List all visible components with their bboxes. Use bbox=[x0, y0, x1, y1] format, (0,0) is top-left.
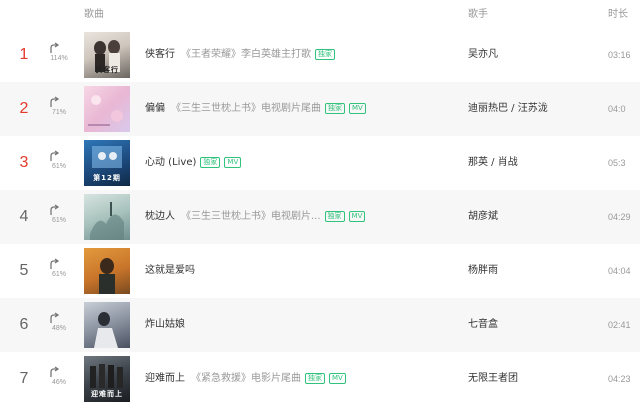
song-title[interactable]: 偏偏 bbox=[145, 103, 165, 114]
singer[interactable]: 杨胖雨 bbox=[468, 244, 498, 298]
exclusive-badge: 独家 bbox=[200, 157, 221, 168]
arrow-up-icon bbox=[50, 366, 60, 377]
cover-text: 第12期 bbox=[93, 174, 121, 182]
trend: 61% bbox=[48, 258, 70, 278]
header-song[interactable]: 歌曲 bbox=[84, 5, 104, 20]
trend: 114% bbox=[48, 42, 70, 62]
singer[interactable]: 七音盒 bbox=[468, 298, 498, 352]
trend-percent: 48% bbox=[51, 325, 66, 332]
rank-number: 4 bbox=[19, 208, 29, 225]
cover-text: 迎难而上 bbox=[91, 390, 123, 398]
duration: 04:0 bbox=[608, 104, 626, 114]
song-subtitle: 《王者荣耀》李白英雄主打歌 bbox=[181, 49, 311, 60]
song-subtitle: 《紧急救援》电影片尾曲 bbox=[191, 373, 301, 384]
mv-badge[interactable]: MV bbox=[349, 103, 366, 114]
song-row[interactable]: 7 46% 迎难而上 迎难而上 《紧急救援》电影片尾曲 独家 MV 无限王者团 04:… bbox=[0, 352, 640, 406]
song-title[interactable]: 炸山姑娘 bbox=[145, 319, 185, 330]
exclusive-badge: 独家 bbox=[325, 103, 345, 114]
arrow-up-icon bbox=[50, 312, 60, 323]
album-cover[interactable] bbox=[84, 194, 130, 240]
song-chart: 歌曲 歌手 时长 1 114% 侠客行 侠客行 《王者荣耀》李白英雄主打歌 独家 吴… bbox=[0, 0, 640, 408]
album-cover[interactable] bbox=[84, 86, 130, 132]
exclusive-badge: 独家 bbox=[324, 211, 345, 222]
duration: 05:3 bbox=[608, 158, 626, 168]
trend: 46% bbox=[48, 366, 70, 386]
singer[interactable]: 胡彦斌 bbox=[468, 190, 498, 244]
duration: 04:23 bbox=[608, 374, 631, 384]
arrow-up-icon bbox=[50, 204, 60, 215]
duration: 04:04 bbox=[608, 266, 631, 276]
duration: 03:16 bbox=[608, 50, 631, 60]
song-title-cell: 这就是爱吗 bbox=[145, 244, 195, 298]
trend-percent: 71% bbox=[51, 109, 66, 116]
rank-number: 6 bbox=[19, 316, 29, 333]
singer[interactable]: 那英 / 肖战 bbox=[468, 136, 518, 190]
trend-percent: 46% bbox=[51, 379, 66, 386]
cover-art bbox=[99, 258, 115, 294]
arrow-up-icon bbox=[50, 96, 60, 107]
song-row[interactable]: 4 61% 枕边人 《三生三世枕上书》电视剧片... 独家 MV 胡彦斌 04:29 bbox=[0, 190, 640, 244]
list-header: 歌曲 歌手 时长 bbox=[0, 0, 640, 26]
album-cover[interactable]: 第12期 bbox=[84, 140, 130, 186]
song-title-cell: 心动 (Live) 独家 MV bbox=[145, 136, 242, 190]
song-title-cell: 炸山姑娘 bbox=[145, 298, 185, 352]
cover-art bbox=[94, 312, 118, 348]
song-title[interactable]: 侠客行 bbox=[145, 49, 175, 60]
arrow-up-icon bbox=[50, 258, 60, 269]
singer[interactable]: 迪丽热巴 / 汪苏泷 bbox=[468, 82, 548, 136]
rank-number: 3 bbox=[19, 154, 29, 171]
song-subtitle: 《三生三世枕上书》电视剧片尾曲 bbox=[171, 103, 321, 114]
album-cover[interactable] bbox=[84, 302, 130, 348]
song-title[interactable]: 这就是爱吗 bbox=[145, 265, 195, 276]
song-row[interactable]: 3 61% 第12期 心动 (Live) 独家 MV 那英 / 肖战 05:3 bbox=[0, 136, 640, 190]
trend: 61% bbox=[48, 150, 70, 170]
trend: 61% bbox=[48, 204, 70, 224]
song-row[interactable]: 5 61% 这就是爱吗 杨胖雨 04:04 bbox=[0, 244, 640, 298]
album-cover[interactable]: 迎难而上 bbox=[84, 356, 130, 402]
song-title-cell: 迎难而上 《紧急救援》电影片尾曲 独家 MV bbox=[145, 352, 346, 406]
singer[interactable]: 吴亦凡 bbox=[468, 28, 498, 82]
cover-art bbox=[88, 95, 123, 126]
duration: 02:41 bbox=[608, 320, 631, 330]
header-duration[interactable]: 时长 bbox=[608, 5, 628, 20]
song-title[interactable]: 枕边人 bbox=[145, 211, 175, 222]
rank-number: 1 bbox=[19, 46, 29, 63]
trend-percent: 61% bbox=[51, 163, 66, 170]
song-title[interactable]: 心动 (Live) bbox=[145, 157, 196, 168]
exclusive-badge: 独家 bbox=[315, 49, 335, 60]
mv-badge[interactable]: MV bbox=[224, 157, 242, 168]
trend: 48% bbox=[48, 312, 70, 332]
trend-percent: 61% bbox=[51, 271, 66, 278]
song-title-cell: 侠客行 《王者荣耀》李白英雄主打歌 独家 bbox=[145, 28, 335, 82]
header-singer[interactable]: 歌手 bbox=[468, 5, 488, 20]
song-title-cell: 枕边人 《三生三世枕上书》电视剧片... 独家 MV bbox=[145, 190, 366, 244]
song-title-cell: 偏偏 《三生三世枕上书》电视剧片尾曲 独家 MV bbox=[145, 82, 366, 136]
exclusive-badge: 独家 bbox=[305, 373, 325, 384]
mv-badge[interactable]: MV bbox=[329, 373, 346, 384]
rank-number: 5 bbox=[19, 262, 29, 279]
trend-percent: 114% bbox=[50, 55, 68, 62]
arrow-up-icon bbox=[50, 150, 60, 161]
rank-number: 7 bbox=[19, 370, 29, 387]
cover-art bbox=[90, 202, 124, 240]
song-row[interactable]: 1 114% 侠客行 侠客行 《王者荣耀》李白英雄主打歌 独家 吴亦凡 03:16 bbox=[0, 28, 640, 82]
trend: 71% bbox=[48, 96, 70, 116]
cover-text: 侠客行 bbox=[95, 66, 119, 74]
rank-number: 2 bbox=[19, 100, 29, 117]
song-row[interactable]: 2 71% 偏偏 《三生三世枕上书》电视剧片尾曲 独家 MV 迪丽热巴 / 汪苏泷 0… bbox=[0, 82, 640, 136]
arrow-up-icon bbox=[50, 42, 60, 53]
trend-percent: 61% bbox=[51, 217, 66, 224]
song-subtitle: 《三生三世枕上书》电视剧片... bbox=[181, 211, 321, 222]
singer[interactable]: 无限王者团 bbox=[468, 352, 518, 406]
album-cover[interactable] bbox=[84, 248, 130, 294]
duration: 04:29 bbox=[608, 212, 631, 222]
song-title[interactable]: 迎难而上 bbox=[145, 373, 185, 384]
mv-badge[interactable]: MV bbox=[348, 211, 366, 222]
song-row[interactable]: 6 48% 炸山姑娘 七音盒 02:41 bbox=[0, 298, 640, 352]
album-cover[interactable]: 侠客行 bbox=[84, 32, 130, 78]
